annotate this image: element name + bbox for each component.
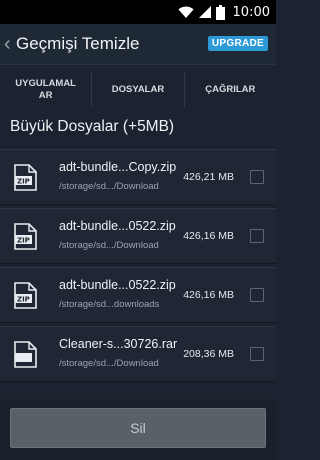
file-name: Cleaner-s...30726.rar [59,337,178,351]
select-checkbox[interactable] [250,229,264,243]
upgrade-button[interactable]: UPGRADE [207,36,268,51]
archive-icon [14,341,37,368]
action-bar: ‹ Geçmişi Temizle UPGRADE [0,24,276,64]
list-item[interactable]: ZIP adt-bundle...0522.zip /storage/sd...… [0,208,276,264]
select-checkbox[interactable] [250,170,264,184]
tab-label: DOSYALAR [111,83,165,95]
file-size: 426,16 MB [183,230,234,242]
tab-label: UYGULAMALAR [15,77,76,101]
back-arrow-icon[interactable]: ‹ [4,34,14,54]
list-item[interactable]: ZIP adt-bundle...Copy.zip /storage/sd...… [0,149,276,205]
select-checkbox[interactable] [250,347,264,361]
tab-label: ÇAĞRILAR [205,83,256,95]
file-path: /storage/sd.../Download [59,358,159,369]
tab-bar: UYGULAMALAR DOSYALAR ÇAĞRILAR [0,64,276,114]
file-size: 208,36 MB [183,348,234,360]
zip-icon: ZIP [14,282,37,309]
status-bar: 10:00 [0,0,276,24]
list-item[interactable]: ZIP adt-bundle...0522.zip /storage/sd...… [0,267,276,323]
file-name: adt-bundle...0522.zip [59,219,176,233]
file-path: /storage/sd...downloads [59,299,160,310]
svg-text:ZIP: ZIP [17,178,30,186]
file-name: adt-bundle...Copy.zip [59,160,177,174]
page-title[interactable]: Geçmişi Temizle [16,34,139,54]
bottom-bar: Sil [0,398,276,460]
delete-button[interactable]: Sil [10,408,266,448]
tab-files[interactable]: DOSYALAR [91,71,183,108]
zip-icon: ZIP [14,223,37,250]
file-name: adt-bundle...0522.zip [59,278,176,292]
zip-icon: ZIP [14,164,37,191]
tab-calls[interactable]: ÇAĞRILAR [183,71,276,108]
section-title: Büyük Dosyalar (+5MB) [10,118,175,135]
battery-icon [215,4,225,20]
file-path: /storage/sd.../Download [59,181,159,192]
file-path: /storage/sd.../Download [59,240,159,251]
file-size: 426,21 MB [183,171,234,183]
file-size: 426,16 MB [183,289,234,301]
tab-apps[interactable]: UYGULAMALAR [0,72,91,108]
svg-text:ZIP: ZIP [17,296,30,304]
signal-icon [198,6,211,18]
wifi-icon [178,6,194,18]
clock: 10:00 [232,4,270,20]
svg-text:ZIP: ZIP [17,237,30,245]
select-checkbox[interactable] [250,288,264,302]
list-item[interactable]: Cleaner-s...30726.rar /storage/sd.../Dow… [0,326,276,382]
